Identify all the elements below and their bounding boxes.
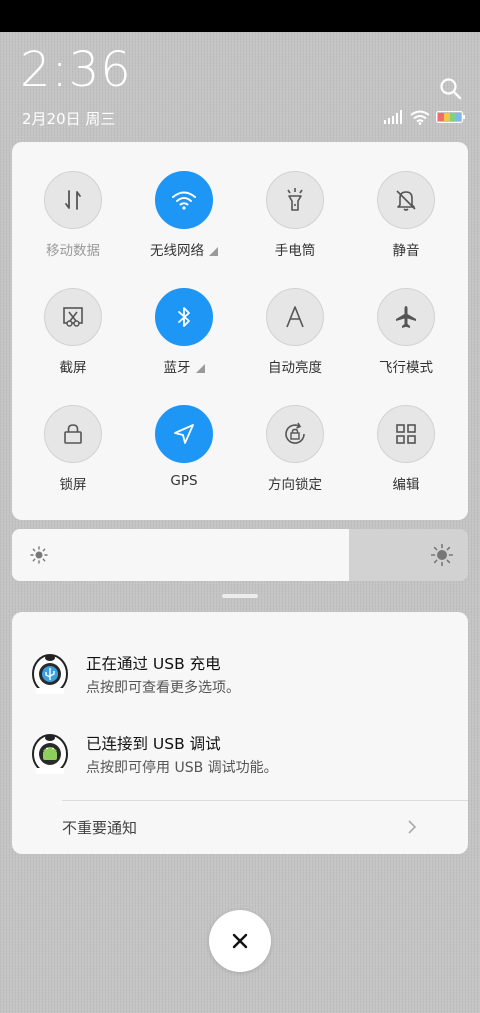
tile-label: 无线网络 xyxy=(150,243,204,259)
date[interactable]: 2月20日 周三 xyxy=(22,108,115,129)
tile-label: 静音 xyxy=(392,243,420,259)
tile-airplane[interactable]: 飞行模式 xyxy=(356,288,456,376)
tile-lock-screen[interactable]: 锁屏 xyxy=(23,405,123,493)
tile-label: 蓝牙 xyxy=(163,360,191,376)
tile-gps[interactable]: GPS xyxy=(134,405,234,489)
tile-label: 移动数据 xyxy=(46,243,100,259)
clear-all-button[interactable] xyxy=(209,910,271,972)
tile-circle[interactable] xyxy=(155,171,213,229)
close-icon xyxy=(232,933,248,949)
tile-label: 截屏 xyxy=(59,360,87,376)
tile-auto-brightness[interactable]: 自动亮度 xyxy=(245,288,345,376)
grid-icon xyxy=(396,424,416,444)
tile-label: 自动亮度 xyxy=(268,360,322,376)
tile-mute[interactable]: 静音 xyxy=(356,171,456,259)
android-debug-icon xyxy=(32,734,68,774)
top-status-strip xyxy=(0,0,480,32)
tile-label: 飞行模式 xyxy=(379,360,433,376)
tile-wifi[interactable]: 无线网络 xyxy=(134,171,234,259)
expand-triangle-icon xyxy=(195,363,205,373)
brightness-low-icon xyxy=(30,546,48,564)
tile-label: 方向锁定 xyxy=(268,477,322,493)
airplane-icon xyxy=(396,306,416,328)
notification-text: 点按即可停用 USB 调试功能。 xyxy=(86,760,278,776)
status-icons xyxy=(384,108,466,126)
tile-circle[interactable] xyxy=(266,405,324,463)
notification-usb-charging[interactable]: 正在通过 USB 充电 点按即可查看更多选项。 xyxy=(12,650,468,710)
tile-rotation-lock[interactable]: 方向锁定 xyxy=(245,405,345,493)
rotation-lock-icon xyxy=(285,422,305,444)
brightness-high-icon xyxy=(431,544,453,566)
auto-brightness-icon xyxy=(286,306,304,328)
bell-off-icon xyxy=(396,190,416,211)
tile-screenshot[interactable]: 截屏 xyxy=(23,288,123,376)
tile-label: 编辑 xyxy=(392,477,420,493)
tile-circle[interactable] xyxy=(377,405,435,463)
minor-notifications-label: 不重要通知 xyxy=(62,819,138,837)
signal-icon xyxy=(384,110,402,124)
clock[interactable]: 2:36 xyxy=(20,46,132,94)
usb-app-icon xyxy=(32,654,68,694)
screenshot-icon xyxy=(63,307,83,327)
tile-circle[interactable] xyxy=(44,288,102,346)
tile-circle[interactable] xyxy=(266,171,324,229)
quick-settings-panel: 移动数据 无线网络 手电筒 静音 截屏 蓝牙 自动亮度 飞行模式 锁屏 GPS … xyxy=(12,142,468,520)
brightness-fill xyxy=(12,529,350,581)
tile-circle[interactable] xyxy=(44,171,102,229)
tile-label: 锁屏 xyxy=(59,477,87,493)
brightness-slider[interactable] xyxy=(12,529,468,581)
expand-triangle-icon xyxy=(209,246,218,256)
notifications-panel: 正在通过 USB 充电 点按即可查看更多选项。 已连接到 USB 调试 点按即可… xyxy=(12,612,468,854)
flashlight-icon xyxy=(287,188,303,211)
bluetooth-icon xyxy=(178,307,190,327)
wifi-icon xyxy=(172,191,196,210)
notification-title: 已连接到 USB 调试 xyxy=(86,735,221,753)
notification-title: 正在通过 USB 充电 xyxy=(86,655,221,673)
tile-bluetooth[interactable]: 蓝牙 xyxy=(134,288,234,376)
notification-usb-debugging[interactable]: 已连接到 USB 调试 点按即可停用 USB 调试功能。 xyxy=(12,730,468,790)
mobile-data-icon xyxy=(65,190,81,210)
tile-mobile-data[interactable]: 移动数据 xyxy=(23,171,123,259)
tile-circle[interactable] xyxy=(155,288,213,346)
notification-text: 点按即可查看更多选项。 xyxy=(86,680,240,696)
tile-circle[interactable] xyxy=(155,405,213,463)
drag-handle[interactable] xyxy=(222,594,258,598)
tile-flashlight[interactable]: 手电筒 xyxy=(245,171,345,259)
chevron-right-icon xyxy=(408,820,417,834)
tile-circle[interactable] xyxy=(377,171,435,229)
minor-notifications-row[interactable]: 不重要通知 xyxy=(12,801,468,854)
wifi-icon xyxy=(410,110,430,125)
battery-icon xyxy=(436,111,465,123)
search-icon[interactable] xyxy=(438,76,464,102)
tile-label: GPS xyxy=(170,473,198,489)
tile-label: 手电筒 xyxy=(274,243,316,259)
location-arrow-icon xyxy=(174,424,194,444)
tile-circle[interactable] xyxy=(377,288,435,346)
tile-edit[interactable]: 编辑 xyxy=(356,405,456,493)
tile-circle[interactable] xyxy=(44,405,102,463)
lock-icon xyxy=(64,424,82,444)
tile-circle[interactable] xyxy=(266,288,324,346)
